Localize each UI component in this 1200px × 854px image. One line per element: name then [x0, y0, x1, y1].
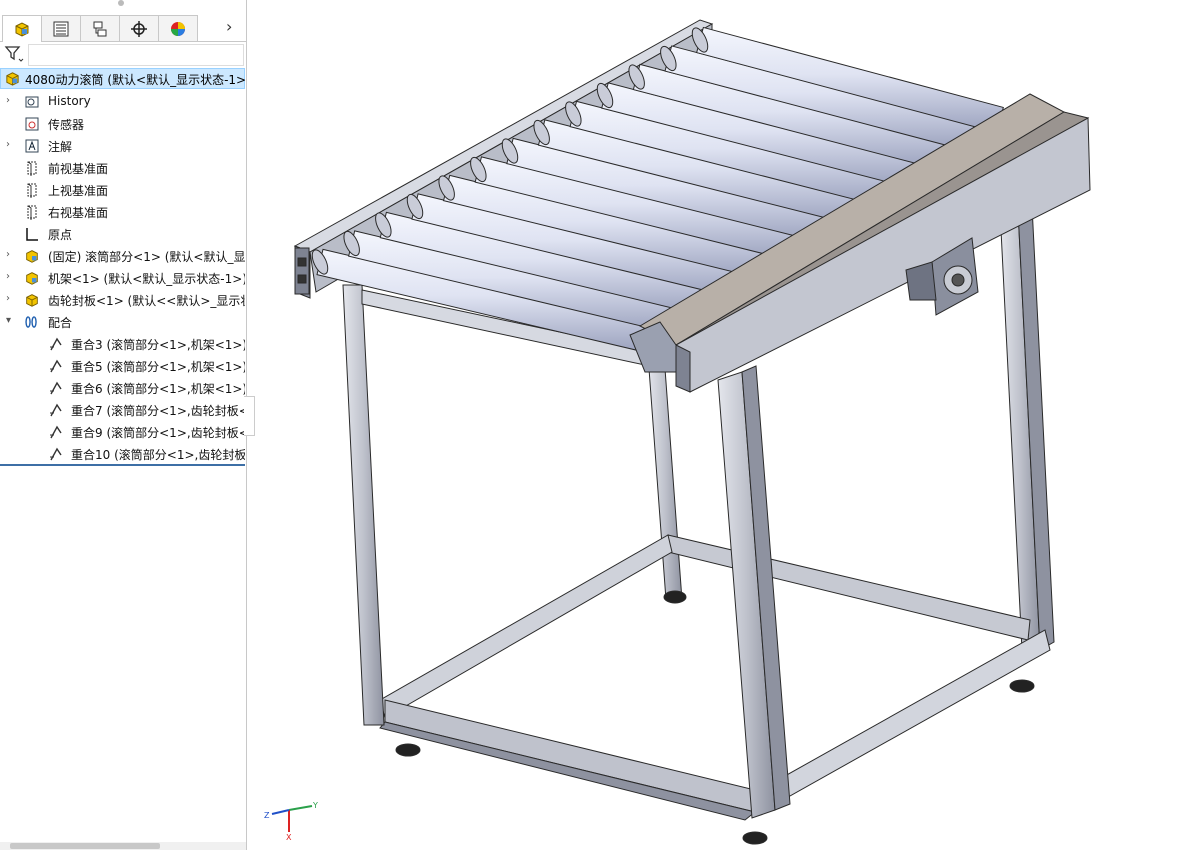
triad-x-label: X — [286, 833, 292, 842]
tree-item-label: 前视基准面 — [48, 162, 109, 176]
foot — [1009, 679, 1035, 693]
mate-item-label: 重合10 (滚筒部分<1>,齿轮封板< — [71, 448, 245, 462]
feature-manager-panel: › 4080动力滚筒 (默认<默认_显示状态-1> › History 传感器 › 注解… — [0, 0, 255, 850]
triad-z-label: Z — [264, 811, 270, 820]
mate-item[interactable]: 重合6 (滚筒部分<1>,机架<1>) — [0, 377, 245, 399]
foot — [742, 831, 768, 845]
crosshair-icon — [131, 20, 147, 37]
subassembly-icon — [24, 270, 40, 286]
plane-icon — [24, 160, 40, 176]
mate-item[interactable]: 重合7 (滚筒部分<1>,齿轮封板< — [0, 399, 245, 421]
plane-icon — [24, 204, 40, 220]
foot — [663, 590, 687, 604]
coincident-mate-icon — [48, 424, 64, 440]
frame-rail-bottom-left — [379, 534, 673, 719]
assembly-icon — [6, 72, 19, 86]
property-list-icon — [53, 21, 69, 36]
tree-item[interactable]: ▾ 配合 — [0, 311, 245, 333]
filter-icon[interactable] — [4, 44, 24, 64]
tree-item-label: 齿轮封板<1> (默认<<默认>_显示状 — [48, 294, 245, 308]
rollback-bar[interactable] — [0, 464, 245, 466]
mate-item[interactable]: 重合5 (滚筒部分<1>,机架<1>) — [0, 355, 245, 377]
tab-display-manager[interactable] — [158, 15, 198, 41]
expand-chevron-icon[interactable]: › — [6, 95, 16, 107]
coincident-mate-icon — [48, 402, 64, 418]
coincident-mate-icon — [48, 336, 64, 352]
tree-root-label: 4080动力滚筒 (默认<默认_显示状态-1> — [25, 73, 247, 87]
tree-item[interactable]: 右视基准面 — [0, 201, 245, 223]
frame-rail-bottom-back — [667, 534, 1031, 641]
mate-item[interactable]: 重合3 (滚筒部分<1>,机架<1>) — [0, 333, 245, 355]
frame-rail-bottom-right — [759, 629, 1051, 811]
expand-chevron-icon[interactable]: › — [6, 139, 16, 151]
mate-item-label: 重合6 (滚筒部分<1>,机架<1>) — [71, 382, 245, 396]
tree-item[interactable]: 传感器 — [0, 113, 245, 135]
conveyor-model-view[interactable] — [247, 0, 1200, 850]
tree-item-label: 注解 — [48, 140, 73, 154]
coincident-mate-icon — [48, 358, 64, 374]
tab-featuremanager[interactable] — [2, 15, 42, 42]
frame-leg-front-left — [342, 284, 385, 726]
subassembly-icon — [24, 248, 40, 264]
tree-item-label: 原点 — [48, 228, 73, 242]
sensor-icon — [24, 116, 40, 132]
tree-item[interactable]: 上视基准面 — [0, 179, 245, 201]
scrollbar-thumb[interactable] — [10, 843, 160, 849]
tree-item[interactable]: › 注解 — [0, 135, 245, 157]
tree-item-label: 右视基准面 — [48, 206, 109, 220]
axis-triad: Y X Z — [264, 801, 318, 842]
horizontal-scrollbar[interactable] — [0, 842, 246, 850]
collapse-chevron-icon[interactable]: ▾ — [6, 315, 16, 327]
assembly-icon — [15, 22, 29, 37]
tree-root-assembly[interactable]: 4080动力滚筒 (默认<默认_显示状态-1> — [0, 68, 247, 89]
origin-icon — [24, 226, 40, 242]
mate-item[interactable]: 重合10 (滚筒部分<1>,齿轮封板< — [0, 443, 245, 465]
tab-configurationmanager[interactable] — [80, 15, 120, 41]
tree-item-label: 上视基准面 — [48, 184, 109, 198]
end-block — [294, 247, 310, 295]
expand-chevron-icon[interactable]: › — [6, 293, 16, 305]
frame-rail-bottom-front — [384, 699, 756, 813]
tree-item[interactable]: 前视基准面 — [0, 157, 245, 179]
tab-dimxpert[interactable] — [119, 15, 159, 41]
tree-item[interactable]: › 机架<1> (默认<默认_显示状态-1>) — [0, 267, 245, 289]
filter-input[interactable] — [28, 44, 244, 66]
mates-icon — [24, 314, 40, 330]
graphics-area[interactable] — [247, 0, 1200, 850]
tree-item-label: 传感器 — [48, 118, 85, 132]
panel-grip[interactable] — [118, 0, 124, 6]
mate-item-label: 重合7 (滚筒部分<1>,齿轮封板< — [71, 404, 245, 418]
tree-item-label: 机架<1> (默认<默认_显示状态-1>) — [48, 272, 245, 286]
history-icon — [24, 94, 40, 110]
triad-y-label: Y — [312, 801, 318, 810]
tree-item[interactable]: › 齿轮封板<1> (默认<<默认>_显示状 — [0, 289, 245, 311]
expand-chevron-icon[interactable]: › — [6, 249, 16, 261]
tree-item-label: (固定) 滚筒部分<1> (默认<默认_显示 — [48, 250, 245, 264]
manager-tabs: › — [0, 13, 246, 42]
plane-icon — [24, 182, 40, 198]
expand-chevron-icon[interactable]: › — [6, 271, 16, 283]
configuration-icon — [93, 21, 107, 36]
coincident-mate-icon — [48, 380, 64, 396]
tabs-more-chevron-icon[interactable]: › — [226, 17, 232, 36]
coincident-mate-icon — [48, 446, 64, 462]
annotation-icon — [24, 138, 40, 154]
tree-item-label: History — [48, 94, 91, 108]
tab-propertymanager[interactable] — [41, 15, 81, 41]
mate-item[interactable]: 重合9 (滚筒部分<1>,齿轮封板< — [0, 421, 245, 443]
mate-item-label: 重合9 (滚筒部分<1>,齿轮封板< — [71, 426, 245, 440]
appearance-ball-icon — [171, 21, 185, 36]
mate-item-label: 重合3 (滚筒部分<1>,机架<1>) — [71, 338, 245, 352]
tree-item[interactable]: › History — [0, 91, 245, 113]
foot — [395, 743, 421, 757]
tree-item[interactable]: 原点 — [0, 223, 245, 245]
tree-item[interactable]: › (固定) 滚筒部分<1> (默认<默认_显示 — [0, 245, 245, 267]
mate-item-label: 重合5 (滚筒部分<1>,机架<1>) — [71, 360, 245, 374]
part-icon — [24, 292, 40, 308]
tree-item-label: 配合 — [48, 316, 73, 330]
